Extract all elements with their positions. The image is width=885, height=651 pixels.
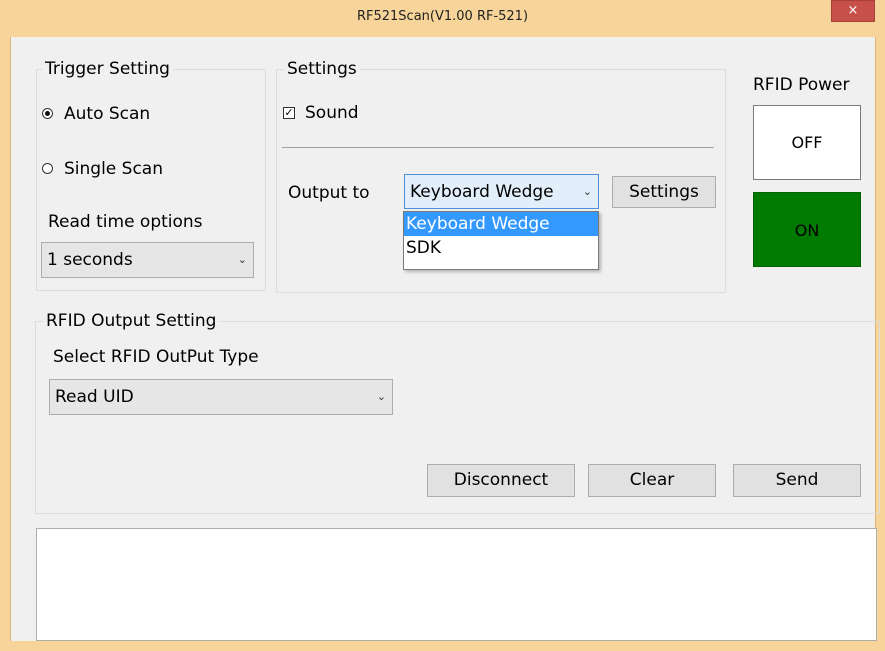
clear-button[interactable]: Clear <box>588 464 716 497</box>
power-on-button[interactable]: ON <box>753 192 861 267</box>
chevron-down-icon: ⌄ <box>237 253 247 266</box>
rfid-output-type-select[interactable]: Read UID ⌄ <box>49 379 393 415</box>
power-off-button[interactable]: OFF <box>753 105 861 180</box>
single-scan-label[interactable]: Single Scan <box>64 159 163 179</box>
rfid-power-label: RFID Power <box>753 75 850 95</box>
settings-legend: Settings <box>284 59 360 79</box>
settings-separator <box>282 147 714 148</box>
output-to-select[interactable]: Keyboard Wedge ⌄ <box>404 174 599 209</box>
disconnect-button[interactable]: Disconnect <box>427 464 575 497</box>
sound-label[interactable]: Sound <box>305 103 359 123</box>
trigger-setting-legend: Trigger Setting <box>42 59 173 79</box>
single-scan-radio[interactable] <box>42 163 53 174</box>
output-text-area[interactable] <box>36 528 877 641</box>
send-button[interactable]: Send <box>733 464 861 497</box>
output-option-keyboard-wedge[interactable]: Keyboard Wedge <box>404 212 598 236</box>
power-on-label: ON <box>794 221 820 240</box>
sound-checkbox[interactable]: ✓ <box>283 107 295 119</box>
output-to-value: Keyboard Wedge <box>410 181 554 202</box>
power-off-label: OFF <box>791 133 823 152</box>
auto-scan-radio[interactable] <box>42 108 53 119</box>
rfid-output-type-value: Read UID <box>55 387 134 407</box>
close-button[interactable]: × <box>831 0 875 22</box>
rfid-output-setting-legend: RFID Output Setting <box>43 311 220 331</box>
rfid-output-type-label: Select RFID OutPut Type <box>53 347 259 367</box>
chevron-down-icon: ⌄ <box>376 390 386 403</box>
read-time-label: Read time options <box>48 212 203 232</box>
settings-button[interactable]: Settings <box>612 176 716 208</box>
output-to-dropdown-list: Keyboard Wedge SDK <box>403 211 599 270</box>
window-client-area: Trigger Setting Auto Scan Single Scan Re… <box>10 37 880 641</box>
close-icon: × <box>847 3 859 18</box>
chevron-down-icon: ⌄ <box>582 184 592 198</box>
auto-scan-label[interactable]: Auto Scan <box>64 104 150 124</box>
title-bar: RF521Scan(V1.00 RF-521) × <box>0 0 885 37</box>
read-time-value: 1 seconds <box>47 250 133 270</box>
window-title: RF521Scan(V1.00 RF-521) <box>356 9 529 24</box>
read-time-select[interactable]: 1 seconds ⌄ <box>41 242 254 278</box>
output-to-label: Output to <box>288 183 370 203</box>
output-option-sdk[interactable]: SDK <box>404 236 598 260</box>
